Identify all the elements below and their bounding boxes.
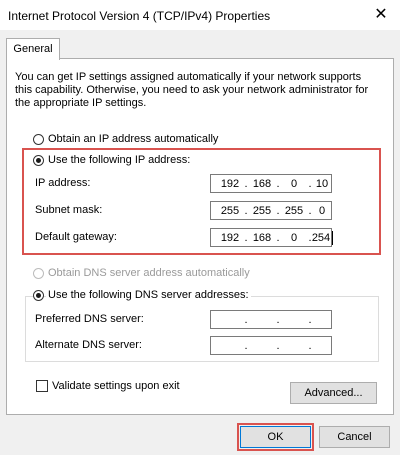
validate-checkbox[interactable]	[36, 380, 48, 392]
obtain-dns-auto-label: Obtain DNS server address automatically	[48, 267, 250, 279]
alternate-dns-dot-2: .	[276, 340, 280, 352]
intro-text: You can get IP settings assigned automat…	[15, 71, 369, 109]
highlight-ok-button	[237, 423, 314, 451]
preferred-dns-dot-3: .	[308, 314, 312, 326]
validate-label: Validate settings upon exit	[52, 380, 180, 392]
use-following-dns-label: Use the following DNS server addresses:	[46, 289, 251, 301]
radio-obtain-ip-auto[interactable]	[33, 134, 44, 145]
dialog-body: General You can get IP settings assigned…	[0, 30, 400, 455]
radio-use-following-dns[interactable]	[33, 290, 44, 301]
advanced-button[interactable]: Advanced...	[290, 382, 377, 404]
preferred-dns-dot-1: .	[244, 314, 248, 326]
cancel-button[interactable]: Cancel	[319, 426, 390, 448]
highlight-ip-section	[22, 148, 381, 255]
alternate-dns-dot-3: .	[308, 340, 312, 352]
preferred-dns-input[interactable]: . . .	[210, 310, 332, 329]
tab-general[interactable]: General	[6, 38, 60, 60]
preferred-dns-label: Preferred DNS server:	[35, 313, 144, 325]
radio-obtain-dns-auto[interactable]	[33, 268, 44, 279]
window-title: Internet Protocol Version 4 (TCP/IPv4) P…	[8, 9, 271, 23]
obtain-ip-auto-label: Obtain an IP address automatically	[48, 133, 219, 145]
alternate-dns-label: Alternate DNS server:	[35, 339, 142, 351]
title-bar: Internet Protocol Version 4 (TCP/IPv4) P…	[0, 0, 400, 30]
preferred-dns-dot-2: .	[276, 314, 280, 326]
close-icon[interactable]: ✕	[370, 4, 392, 26]
alternate-dns-input[interactable]: . . .	[210, 336, 332, 355]
alternate-dns-dot-1: .	[244, 340, 248, 352]
